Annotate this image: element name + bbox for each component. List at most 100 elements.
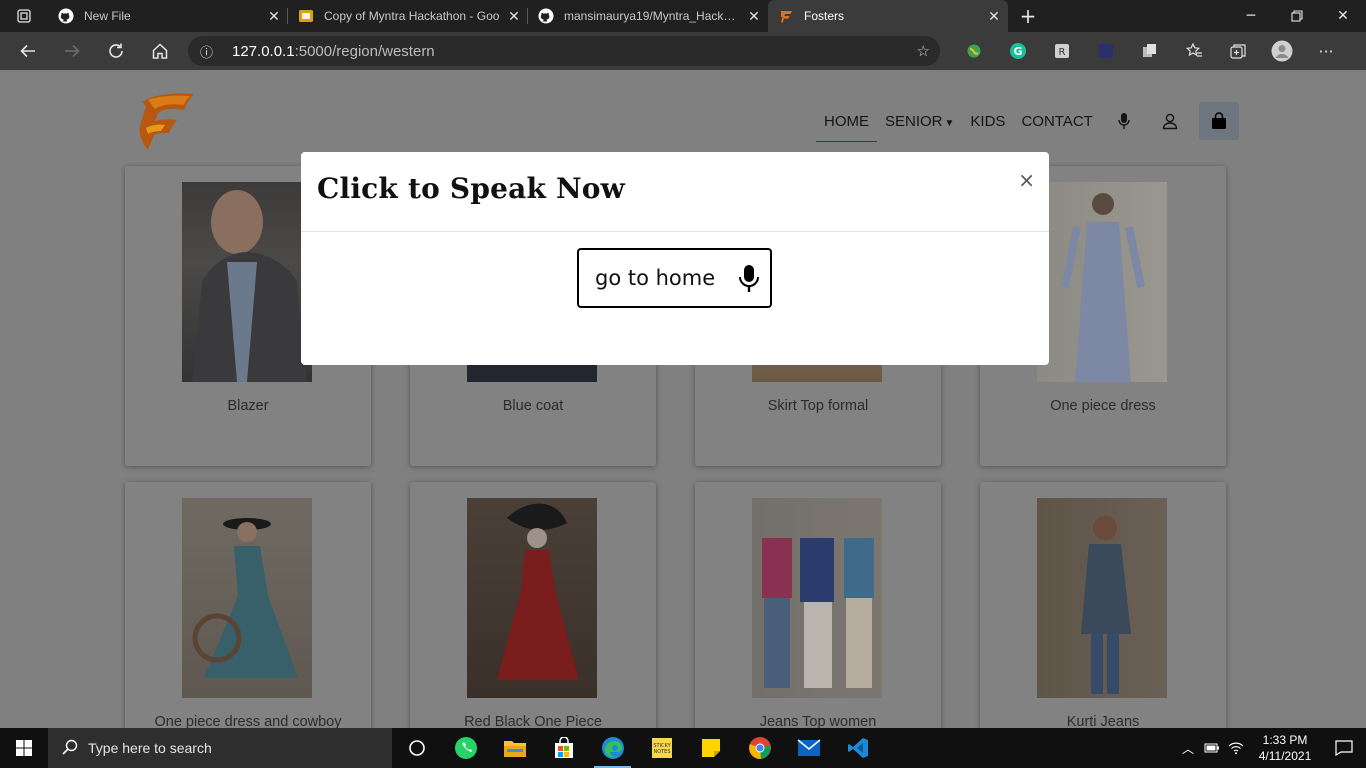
web-page: HOME SENIOR ▼ KIDS CONTACT Blazer Blue co…: [0, 70, 1366, 728]
fosters-icon: [778, 8, 794, 24]
favorites-icon[interactable]: [1172, 32, 1216, 70]
svg-text:R: R: [1059, 47, 1066, 58]
nav-home[interactable]: HOME: [816, 103, 877, 142]
modal-close-button[interactable]: ×: [1018, 168, 1035, 192]
site-navbar: HOME SENIOR ▼ KIDS CONTACT: [816, 102, 1239, 142]
nav-senior[interactable]: SENIOR ▼: [877, 103, 962, 140]
caret-down-icon: ▼: [944, 117, 955, 129]
extensions-area: G R ···: [952, 32, 1348, 70]
tab-close-icon[interactable]: ✕: [500, 2, 528, 30]
forward-icon[interactable]: [50, 32, 94, 70]
file-explorer-icon[interactable]: [490, 728, 539, 768]
product-image[interactable]: [1037, 182, 1167, 382]
notifications-icon[interactable]: [1322, 740, 1366, 756]
windows-start-icon[interactable]: [0, 728, 48, 768]
task-view-icon[interactable]: [392, 728, 441, 768]
profile-avatar-icon[interactable]: [1260, 32, 1304, 70]
speak-now-modal: Click to Speak Now × go to home: [301, 152, 1049, 365]
product-name: One piece dress: [1050, 398, 1156, 414]
product-image[interactable]: [182, 182, 312, 382]
minimize-icon[interactable]: ─: [1228, 0, 1274, 32]
product-card[interactable]: Jeans Top women: [695, 482, 941, 728]
sticky-notes-icon[interactable]: STICKY NOTES: [637, 728, 686, 768]
tab-title: New File: [84, 9, 131, 23]
microphone-icon[interactable]: [738, 264, 760, 298]
github-icon: [58, 8, 74, 24]
clock-time: 1:33 PM: [1262, 733, 1308, 747]
windows-taskbar: Type here to search STICKY NOTES ︿ 1:33 …: [0, 728, 1366, 768]
product-card[interactable]: One piece dress and cowboy: [125, 482, 371, 728]
slides-icon: [298, 8, 314, 24]
product-name: Blazer: [227, 398, 269, 414]
tab-title: mansimaurya19/Myntra_Hackath: [564, 9, 740, 23]
product-name: Jeans Top women: [759, 714, 877, 728]
grammarly-icon[interactable]: G: [996, 32, 1040, 70]
extension-globe-icon[interactable]: [952, 32, 996, 70]
tab-close-icon[interactable]: ✕: [740, 2, 768, 30]
add-favorite-icon[interactable]: ☆: [917, 42, 930, 60]
edge-browser-icon[interactable]: [588, 728, 637, 768]
product-image[interactable]: [752, 498, 882, 698]
close-window-icon[interactable]: ✕: [1320, 0, 1366, 32]
tab-fosters[interactable]: Fosters ✕: [768, 0, 1008, 32]
product-name: One piece dress and cowboy: [154, 714, 342, 728]
clock[interactable]: 1:33 PM 4/11/2021: [1248, 732, 1322, 764]
home-icon[interactable]: [138, 32, 182, 70]
collections-icon[interactable]: [1216, 32, 1260, 70]
extension-box-icon[interactable]: [1084, 32, 1128, 70]
nav-contact[interactable]: CONTACT: [1013, 103, 1100, 140]
back-icon[interactable]: [6, 32, 50, 70]
clock-date: 4/11/2021: [1258, 749, 1312, 763]
restore-icon[interactable]: [1274, 0, 1320, 32]
search-placeholder: Type here to search: [88, 740, 212, 756]
modal-title: Click to Speak Now: [317, 172, 625, 205]
vscode-icon[interactable]: [833, 728, 882, 768]
taskbar-search-box[interactable]: Type here to search: [48, 728, 392, 768]
user-account-icon[interactable]: [1147, 112, 1193, 130]
system-tray: ︿ 1:33 PM 4/11/2021: [1176, 728, 1366, 768]
tab-github-repo[interactable]: mansimaurya19/Myntra_Hackath ✕: [528, 0, 768, 32]
extension-pages-icon[interactable]: [1128, 32, 1172, 70]
tab-close-icon[interactable]: ✕: [980, 2, 1008, 30]
voice-command-box[interactable]: go to home: [577, 248, 772, 308]
browser-toolbar: ⓘ 127.0.0.1:5000/region/western ☆ G R ··…: [0, 32, 1366, 70]
mail-icon[interactable]: [784, 728, 833, 768]
tab-title: Fosters: [804, 9, 845, 23]
product-image[interactable]: [182, 498, 312, 698]
microsoft-store-icon[interactable]: [539, 728, 588, 768]
svg-text:NOTES: NOTES: [653, 749, 670, 755]
nav-kids[interactable]: KIDS: [962, 103, 1013, 140]
settings-more-icon[interactable]: ···: [1304, 32, 1348, 70]
svg-text:G: G: [1013, 45, 1022, 58]
tab-myntra-slides[interactable]: Copy of Myntra Hackathon - Goo ✕: [288, 0, 528, 32]
battery-icon[interactable]: [1200, 743, 1224, 753]
show-hidden-icons-chevron-icon[interactable]: ︿: [1176, 740, 1200, 757]
extension-r-icon[interactable]: R: [1040, 32, 1084, 70]
tab-new-file[interactable]: New File ✕: [48, 0, 288, 32]
url-text: 127.0.0.1:5000/region/western: [232, 42, 435, 60]
product-image[interactable]: [1037, 498, 1167, 698]
modal-header: Click to Speak Now ×: [301, 152, 1049, 232]
sticky-note-yellow-icon[interactable]: [686, 728, 735, 768]
tab-close-icon[interactable]: ✕: [260, 2, 288, 30]
tab-title: Copy of Myntra Hackathon - Goo: [324, 9, 500, 23]
shopping-bag-button[interactable]: [1198, 102, 1239, 140]
chrome-icon[interactable]: [735, 728, 784, 768]
microphone-icon[interactable]: [1101, 112, 1147, 130]
address-bar[interactable]: ⓘ 127.0.0.1:5000/region/western ☆: [188, 36, 940, 66]
site-info-icon[interactable]: ⓘ: [200, 42, 220, 61]
voice-command-text: go to home: [595, 266, 716, 290]
shopping-bag-icon: [1211, 112, 1226, 129]
refresh-icon[interactable]: [94, 32, 138, 70]
product-image[interactable]: [467, 498, 597, 698]
tab-actions-icon[interactable]: [0, 0, 48, 32]
browser-tab-strip: New File ✕ Copy of Myntra Hackathon - Go…: [0, 0, 1366, 32]
new-tab-button[interactable]: +: [1008, 0, 1048, 32]
product-card[interactable]: Red Black One Piece: [410, 482, 656, 728]
wifi-icon[interactable]: [1224, 741, 1248, 755]
product-name: Blue coat: [502, 398, 564, 414]
whatsapp-icon[interactable]: [441, 728, 490, 768]
product-card[interactable]: Kurti Jeans: [980, 482, 1226, 728]
fosters-logo[interactable]: [136, 88, 198, 154]
product-name: Skirt Top formal: [767, 398, 869, 414]
